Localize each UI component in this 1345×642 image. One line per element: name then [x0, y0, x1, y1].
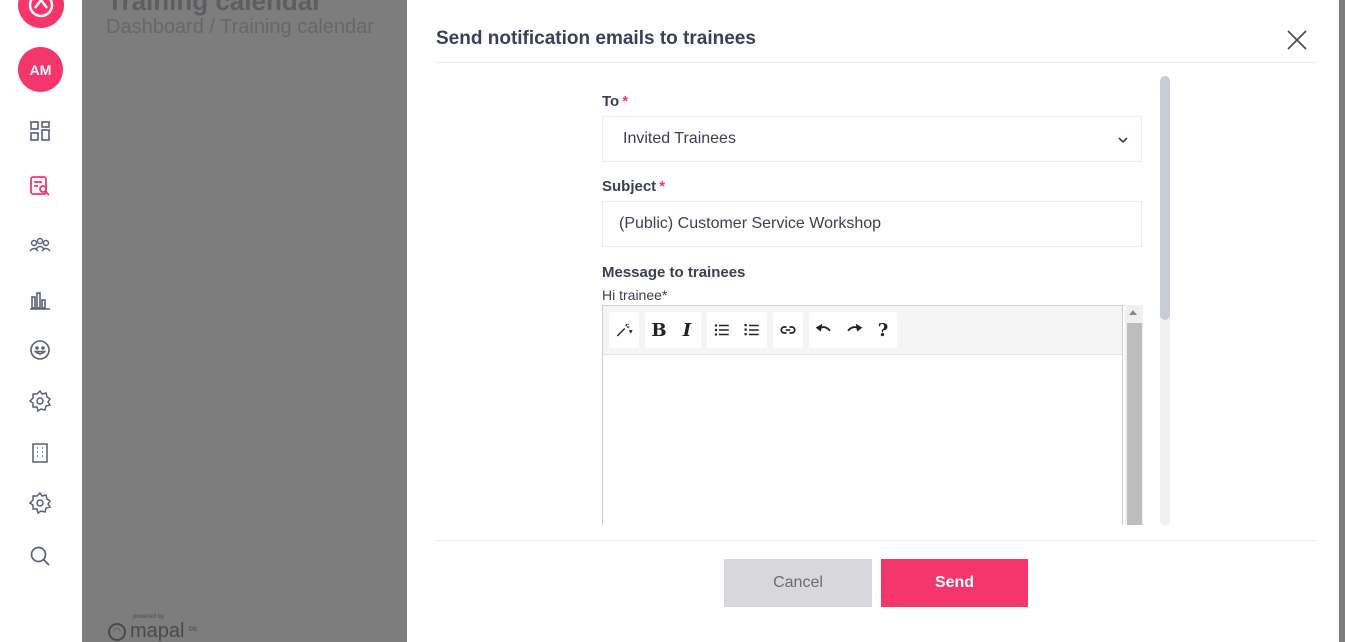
- footer-brand: mapal: [130, 620, 185, 642]
- italic-button[interactable]: I: [679, 318, 695, 342]
- bullet-list-icon[interactable]: [713, 318, 731, 342]
- notification-modal: Send notification emails to trainees To *…: [407, 0, 1339, 642]
- editor-toolbar: B I ?: [603, 306, 1122, 355]
- message-label: Message to trainees: [602, 264, 746, 281]
- subject-input[interactable]: (Public) Customer Service Workshop: [602, 201, 1142, 247]
- to-select[interactable]: Invited Trainees: [602, 116, 1142, 162]
- send-button[interactable]: Send: [881, 559, 1028, 607]
- bold-button[interactable]: B: [651, 318, 667, 342]
- toolbar-group-style: [609, 312, 639, 348]
- footer-logo: ◠ mapal os: [108, 620, 197, 642]
- cancel-button[interactable]: Cancel: [724, 559, 872, 607]
- link-icon[interactable]: [779, 318, 797, 342]
- building-icon[interactable]: [27, 440, 53, 466]
- scroll-up-icon[interactable]: [1129, 310, 1137, 315]
- people-icon[interactable]: [27, 232, 53, 258]
- subject-input-value: (Public) Customer Service Workshop: [619, 215, 882, 232]
- redo-icon[interactable]: [845, 318, 863, 342]
- close-icon[interactable]: [1285, 28, 1309, 52]
- help-button[interactable]: ?: [875, 318, 891, 342]
- modal-title: Send notification emails to trainees: [436, 28, 756, 49]
- nav-rail: AM: [0, 0, 82, 642]
- toolbar-group-history: ?: [809, 312, 897, 348]
- avatar[interactable]: AM: [18, 47, 63, 92]
- editor-content-area[interactable]: [603, 355, 1122, 525]
- editor-scrollbar[interactable]: [1125, 305, 1143, 525]
- logo-icon[interactable]: [18, 0, 64, 28]
- page-title: Training calendar: [107, 0, 323, 16]
- to-label: To *: [602, 93, 629, 110]
- training-calendar-icon[interactable]: [27, 173, 53, 199]
- numbered-list-icon[interactable]: [743, 318, 761, 342]
- settings-icon[interactable]: [27, 388, 53, 414]
- emoji-icon[interactable]: [27, 337, 53, 363]
- message-editor[interactable]: B I ?: [602, 305, 1123, 525]
- toolbar-group-link: [773, 312, 803, 348]
- breadcrumb: Dashboard / Training calendar: [106, 16, 374, 38]
- editor-scrollbar-thumb[interactable]: [1127, 323, 1142, 525]
- magic-wand-icon[interactable]: [615, 318, 633, 342]
- toolbar-group-format: B I: [645, 312, 701, 348]
- footer-brand-suffix: os: [188, 624, 197, 633]
- subject-label: Subject *: [602, 178, 666, 195]
- reports-icon[interactable]: [27, 287, 53, 313]
- dashboard-icon[interactable]: [27, 118, 53, 144]
- modal-scrollbar-thumb[interactable]: [1160, 76, 1170, 320]
- search-icon[interactable]: [27, 543, 53, 569]
- divider: [435, 540, 1317, 541]
- chevron-down-icon: [1117, 133, 1129, 145]
- undo-icon[interactable]: [815, 318, 833, 342]
- brand-mark-icon: ◠: [108, 622, 126, 641]
- divider: [435, 62, 1317, 63]
- greeting-label: Hi trainee*: [602, 287, 668, 303]
- toolbar-group-lists: [707, 312, 767, 348]
- settings-icon[interactable]: [27, 490, 53, 516]
- to-select-value: Invited Trainees: [623, 130, 736, 147]
